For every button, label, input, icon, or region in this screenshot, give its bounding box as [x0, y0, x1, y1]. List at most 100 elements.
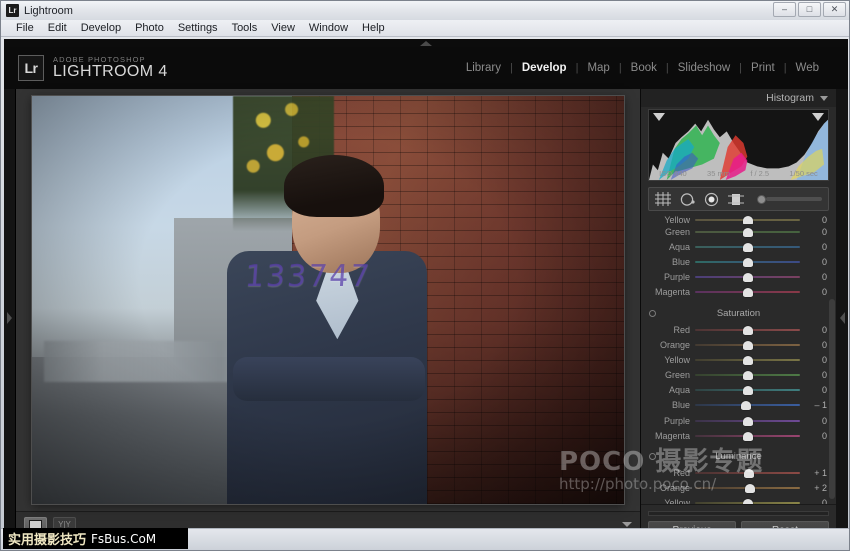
hsl-slider-track[interactable]	[695, 355, 800, 365]
chevron-down-icon[interactable]	[820, 96, 828, 101]
target-adjust-icon[interactable]	[649, 310, 656, 317]
hsl-slider-handle[interactable]	[744, 469, 754, 478]
hsl-slider-handle[interactable]	[743, 356, 753, 365]
hsl-panel[interactable]: Yellow0Green0Aqua0Blue0Purple0Magenta0Sa…	[641, 216, 836, 504]
module-book[interactable]: Book	[622, 62, 666, 74]
menu-photo[interactable]: Photo	[128, 20, 171, 37]
hsl-section-header-luminance[interactable]: Luminance	[647, 448, 830, 465]
hsl-slider-track[interactable]	[695, 416, 800, 426]
menu-view[interactable]: View	[264, 20, 302, 37]
hsl-slider-row[interactable]: Magenta0	[647, 428, 830, 443]
hsl-slider-handle[interactable]	[743, 273, 753, 282]
module-library[interactable]: Library	[457, 62, 510, 74]
hsl-slider-row[interactable]: Purple0	[647, 270, 830, 285]
caret-down-icon[interactable]	[622, 522, 632, 527]
hsl-slider-row[interactable]: Yellow0	[647, 216, 830, 224]
module-print[interactable]: Print	[742, 62, 784, 74]
hsl-slider-row[interactable]: Magenta0	[647, 285, 830, 300]
hsl-slider-row[interactable]: Aqua0	[647, 239, 830, 254]
menu-file[interactable]: File	[9, 20, 41, 37]
hsl-slider-track[interactable]	[695, 340, 800, 350]
hsl-slider-handle[interactable]	[743, 499, 753, 504]
module-map[interactable]: Map	[578, 62, 618, 74]
hsl-slider-track[interactable]	[695, 370, 800, 380]
close-button[interactable]: ✕	[823, 2, 846, 17]
highlight-clipping-indicator-icon[interactable]	[812, 113, 824, 121]
hsl-slider-track[interactable]	[695, 483, 800, 493]
hsl-slider-track[interactable]	[695, 385, 800, 395]
right-panel-collapse-toggle[interactable]	[836, 89, 848, 547]
menu-settings[interactable]: Settings	[171, 20, 225, 37]
hsl-slider-handle[interactable]	[745, 484, 755, 493]
hsl-slider-handle[interactable]	[743, 341, 753, 350]
hsl-slider-label: Aqua	[647, 385, 695, 395]
hsl-slider-handle[interactable]	[743, 371, 753, 380]
hsl-slider-track[interactable]	[695, 216, 800, 224]
adjustment-brush-icon[interactable]	[757, 195, 822, 204]
top-panel-collapse-toggle[interactable]	[4, 39, 848, 47]
hsl-slider-row[interactable]: Red+ 1	[647, 465, 830, 480]
hsl-slider-handle[interactable]	[743, 326, 753, 335]
photo-viewport[interactable]: 133747	[16, 89, 640, 511]
spot-removal-icon[interactable]	[680, 192, 695, 207]
hsl-slider-handle[interactable]	[743, 417, 753, 426]
hsl-sections: Yellow0Green0Aqua0Blue0Purple0Magenta0Sa…	[641, 216, 836, 504]
hsl-section-header-saturation[interactable]: Saturation	[647, 305, 830, 322]
hsl-slider-row[interactable]: Purple0	[647, 413, 830, 428]
hsl-slider-handle[interactable]	[743, 258, 753, 267]
hsl-slider-track[interactable]	[695, 498, 800, 504]
menu-develop[interactable]: Develop	[74, 20, 128, 37]
red-eye-glyph	[704, 192, 719, 207]
module-slideshow[interactable]: Slideshow	[669, 62, 739, 74]
hsl-slider-handle[interactable]	[743, 243, 753, 252]
hsl-slider-track[interactable]	[695, 400, 800, 410]
histogram-graph[interactable]: ISO 640 35 mm f / 2.5 1/50 sec	[648, 109, 829, 181]
hsl-slider-row[interactable]: Orange+ 2	[647, 481, 830, 496]
shadow-clipping-indicator-icon[interactable]	[653, 113, 665, 121]
hsl-slider-track[interactable]	[695, 242, 800, 252]
identity-plate[interactable]: Lr ADOBE PHOTOSHOP LIGHTROOM 4	[18, 55, 168, 81]
graduated-filter-icon[interactable]	[728, 192, 744, 207]
hsl-slider-track[interactable]	[695, 227, 800, 237]
right-panel-scrollbar[interactable]	[829, 299, 835, 499]
hsl-slider-row[interactable]: Green0	[647, 224, 830, 239]
left-panel-collapse-toggle[interactable]	[4, 89, 16, 547]
photo-image[interactable]: 133747	[32, 96, 624, 504]
hsl-slider-label: Red	[647, 325, 695, 335]
hsl-slider-row[interactable]: Red0	[647, 322, 830, 337]
hsl-slider-row[interactable]: Green0	[647, 368, 830, 383]
hsl-slider-track[interactable]	[695, 272, 800, 282]
minimize-button[interactable]: –	[773, 2, 796, 17]
hsl-slider-row[interactable]: Yellow0	[647, 352, 830, 367]
hsl-slider-handle[interactable]	[743, 228, 753, 237]
menu-help[interactable]: Help	[355, 20, 392, 37]
hsl-slider-handle[interactable]	[743, 288, 753, 297]
menu-edit[interactable]: Edit	[41, 20, 74, 37]
histogram-header[interactable]: Histogram	[641, 89, 836, 107]
hsl-slider-handle[interactable]	[743, 216, 753, 224]
brush-track[interactable]	[766, 197, 822, 201]
module-develop[interactable]: Develop	[513, 62, 576, 74]
hsl-slider-row[interactable]: Yellow0	[647, 496, 830, 504]
hsl-slider-handle[interactable]	[743, 386, 753, 395]
hsl-slider-handle[interactable]	[743, 432, 753, 441]
hsl-slider-track[interactable]	[695, 257, 800, 267]
hsl-slider-track[interactable]	[695, 287, 800, 297]
hsl-slider-track[interactable]	[695, 468, 800, 478]
crop-overlay-icon[interactable]	[655, 192, 671, 206]
hsl-slider-value: 0	[800, 216, 830, 224]
hsl-slider-row[interactable]: Aqua0	[647, 383, 830, 398]
menu-window[interactable]: Window	[302, 20, 355, 37]
hsl-slider-value: 0	[800, 272, 830, 282]
hsl-slider-row[interactable]: Blue– 1	[647, 398, 830, 413]
module-web[interactable]: Web	[787, 62, 828, 74]
hsl-slider-row[interactable]: Blue0	[647, 254, 830, 269]
hsl-slider-track[interactable]	[695, 431, 800, 441]
hsl-slider-handle[interactable]	[741, 401, 751, 410]
hsl-slider-row[interactable]: Orange0	[647, 337, 830, 352]
window-title: Lightroom	[24, 5, 73, 17]
red-eye-icon[interactable]	[704, 192, 719, 207]
menu-tools[interactable]: Tools	[225, 20, 265, 37]
maximize-button[interactable]: □	[798, 2, 821, 17]
hsl-slider-track[interactable]	[695, 325, 800, 335]
